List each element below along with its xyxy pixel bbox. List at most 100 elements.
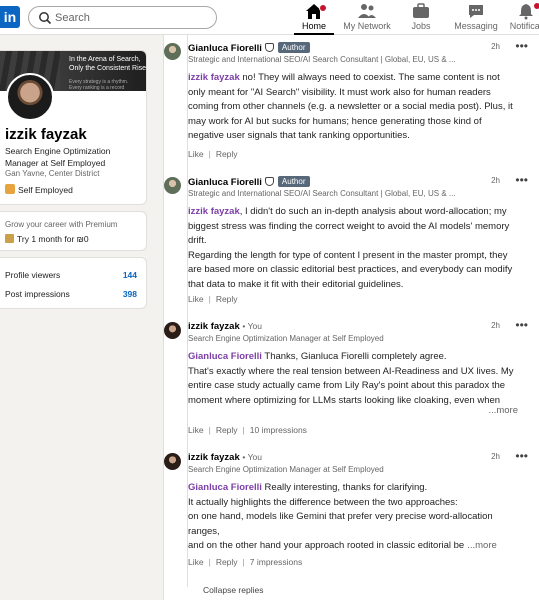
read-more-row: ...more	[188, 404, 518, 419]
comment-time: 2h	[491, 452, 500, 461]
stat-label: Profile viewers	[5, 270, 61, 280]
reply-button[interactable]: Reply	[216, 294, 238, 304]
divider: |	[242, 425, 245, 435]
impressions-count[interactable]: 7 impressions	[250, 557, 302, 567]
comment-time: 2h	[491, 42, 500, 51]
search-icon	[39, 12, 52, 25]
divider: |	[208, 149, 211, 159]
messaging-icon	[469, 5, 483, 18]
comment-time: 2h	[491, 321, 500, 330]
more-options-icon[interactable]: •••	[515, 318, 528, 332]
banner-line1: In the Arena of Search,	[69, 56, 141, 63]
reply-button[interactable]: Reply	[216, 149, 238, 159]
comment-actions: Like | Reply | 7 impressions	[188, 557, 302, 567]
commenter-avatar[interactable]	[164, 177, 181, 194]
commenter-avatar[interactable]	[164, 43, 181, 60]
commenter-name-text: Gianluca Fiorelli	[188, 43, 262, 54]
more-options-icon[interactable]: •••	[515, 173, 528, 187]
see-more-link[interactable]: ...more	[464, 540, 497, 552]
divider: |	[208, 557, 211, 567]
nav-messaging[interactable]: Messaging	[450, 2, 502, 31]
see-more-link[interactable]: ...more	[485, 404, 518, 419]
impressions-count[interactable]: 10 impressions	[250, 425, 307, 435]
commenter-name[interactable]: izzik fayzak • You	[188, 452, 262, 463]
verified-shield-icon	[264, 177, 274, 186]
profile-company-label: Self Employed	[18, 185, 73, 195]
divider: |	[208, 294, 211, 304]
more-options-icon[interactable]: •••	[515, 39, 528, 53]
home-notification-dot	[319, 4, 327, 12]
commenter-avatar[interactable]	[164, 453, 181, 470]
commenter-name[interactable]: Gianluca Fiorelli Author	[188, 42, 310, 54]
notification-dot	[533, 2, 539, 10]
comment-text-body-4: and on the other hand your approach root…	[188, 540, 465, 552]
commenter-name-text: izzik fayzak	[188, 452, 240, 463]
profile-avatar[interactable]	[6, 73, 54, 121]
mention-link[interactable]: Gianluca Fiorelli	[188, 351, 262, 362]
nav-notifications[interactable]: Notificat	[500, 2, 539, 31]
commenter-name[interactable]: Gianluca Fiorelli Author	[188, 176, 310, 188]
commenter-name-text: izzik fayzak	[188, 321, 240, 332]
reply-button[interactable]: Reply	[216, 425, 238, 435]
profile-company[interactable]: Self Employed	[5, 184, 73, 195]
search-box[interactable]	[28, 6, 217, 29]
comment-text-body: Thanks, Gianluca Fiorelli completely agr…	[261, 351, 447, 362]
comment-text: Gianluca Fiorelli Thanks, Gianluca Fiore…	[188, 350, 518, 410]
verified-shield-icon	[264, 43, 274, 52]
comment-time: 2h	[491, 176, 500, 185]
like-button[interactable]: Like	[188, 557, 204, 567]
linkedin-logo[interactable]: in	[0, 6, 20, 28]
more-options-icon[interactable]: •••	[515, 449, 528, 463]
banner-tagline: Every strategy is a rhythm. Every rankin…	[69, 79, 128, 91]
comment-thread: Gianluca Fiorelli Author Strategic and In…	[163, 35, 539, 600]
commenter-headline: Strategic and International SEO/AI Searc…	[188, 189, 456, 198]
collapse-replies-button[interactable]: Collapse replies	[203, 585, 263, 595]
like-button[interactable]: Like	[188, 294, 204, 304]
comment-text-body-2: Regarding the length for type of content…	[188, 249, 513, 290]
profile-headline: Search Engine Optimization Manager at Se…	[5, 146, 111, 168]
nav-my-network[interactable]: My Network	[341, 2, 393, 31]
commenter-name-text: Gianluca Fiorelli	[188, 177, 262, 188]
nav-home-label: Home	[301, 21, 326, 31]
like-button[interactable]: Like	[188, 425, 204, 435]
premium-icon	[5, 234, 14, 243]
commenter-avatar[interactable]	[164, 322, 181, 339]
commenter-name[interactable]: izzik fayzak • You	[188, 321, 262, 332]
commenter-headline: Strategic and International SEO/AI Searc…	[188, 55, 456, 64]
comment-text-body-2: It actually highlights the difference be…	[188, 496, 458, 508]
mention-link[interactable]: izzik fayzak	[188, 206, 240, 217]
stats-card: Profile viewers 144 Post impressions 398	[0, 257, 147, 309]
comment-text: izzik fayzak no! They will always need t…	[188, 71, 518, 144]
comment-text: Gianluca Fiorelli Really interesting, th…	[188, 481, 518, 554]
top-nav: in Home My Network Jobs Messaging Notifi…	[0, 0, 539, 35]
profile-card[interactable]: In the Arena of Search, Only the Consist…	[0, 50, 147, 205]
nav-jobs[interactable]: Jobs	[395, 2, 447, 31]
banner-headline: In the Arena of Search, Only the Consist…	[69, 55, 146, 73]
commenter-headline: Search Engine Optimization Manager at Se…	[188, 465, 384, 474]
people-icon	[358, 4, 376, 18]
profile-location: Gan Yavne, Center District	[5, 169, 100, 178]
comment-actions: Like | Reply | 10 impressions	[188, 425, 307, 435]
premium-card[interactable]: Grow your career with Premium Try 1 mont…	[0, 211, 147, 251]
stat-post-impressions[interactable]: Post impressions 398	[5, 289, 137, 299]
like-button[interactable]: Like	[188, 149, 204, 159]
reply-button[interactable]: Reply	[216, 557, 238, 567]
nav-jobs-label: Jobs	[411, 21, 431, 31]
commenter-headline: Search Engine Optimization Manager at Se…	[188, 334, 384, 343]
divider: |	[208, 425, 211, 435]
stat-value: 144	[122, 270, 137, 280]
nav-home[interactable]: Home	[288, 2, 340, 35]
you-label: • You	[242, 321, 262, 331]
stat-profile-viewers[interactable]: Profile viewers 144	[5, 270, 137, 280]
banner-line2: Only the Consistent Rise	[69, 65, 147, 72]
mention-link[interactable]: izzik fayzak	[188, 72, 240, 83]
premium-title: Grow your career with Premium	[5, 220, 118, 229]
company-icon	[5, 184, 15, 194]
banner-small2: Every ranking is a record	[69, 85, 125, 91]
stat-value: 398	[122, 289, 137, 299]
mention-link[interactable]: Gianluca Fiorelli	[188, 482, 262, 493]
comment-text-body: Really interesting, thanks for clarifyin…	[261, 482, 428, 493]
premium-offer-link[interactable]: Try 1 month for ₪0	[5, 234, 89, 244]
profile-name[interactable]: izzik fayzak	[5, 126, 87, 143]
search-input[interactable]	[55, 10, 205, 26]
